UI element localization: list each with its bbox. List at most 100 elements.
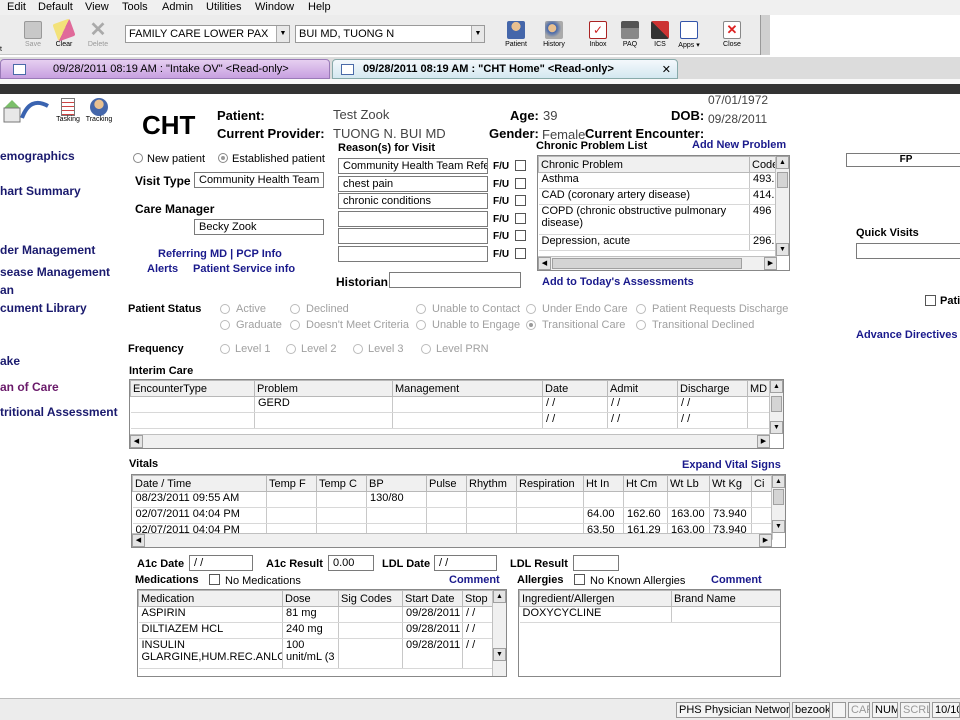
table-row[interactable]: DILTIAZEM HCL 240 mg 09/28/2011 / / — [138, 622, 495, 639]
apps-button[interactable]: Apps ▾ — [672, 20, 706, 56]
patient-button[interactable]: Patient — [500, 20, 532, 56]
horizontal-scrollbar[interactable]: ◀ ▶ — [132, 533, 772, 547]
a1c-result-field[interactable]: 0.00 — [328, 555, 374, 571]
ldl-date-field[interactable]: / / — [434, 555, 497, 571]
alerts-link[interactable]: Alerts — [147, 263, 178, 275]
reason-field[interactable]: Community Health Team Refe — [338, 158, 488, 174]
visit-type-field[interactable]: Community Health Team — [194, 172, 324, 188]
reason-field[interactable]: chronic conditions — [338, 193, 488, 210]
clear-button[interactable]: Clear — [48, 18, 80, 56]
scroll-thumb[interactable] — [771, 396, 782, 412]
column-header[interactable]: Ht In — [583, 475, 624, 492]
history-button[interactable]: History — [538, 20, 570, 56]
scroll-right-icon[interactable]: ▶ — [759, 534, 772, 547]
print-button-partial[interactable]: t — [0, 46, 2, 53]
column-header[interactable]: Temp C — [316, 475, 367, 492]
tab-cht-home[interactable]: 09/28/2011 08:19 AM : "CHT Home" <Read-o… — [332, 59, 678, 79]
column-header[interactable]: Brand Name — [671, 590, 780, 607]
patient-status-radio[interactable] — [416, 304, 426, 314]
tracking-button[interactable]: Tracking — [84, 98, 114, 128]
patient-status-radio[interactable] — [416, 320, 426, 330]
column-header[interactable]: Date — [542, 380, 608, 397]
sidebar-item-chart-summary[interactable]: hart Summary — [0, 184, 81, 198]
column-header[interactable]: Management — [392, 380, 543, 397]
table-row[interactable]: GERD / / / / / / — [130, 396, 771, 413]
sidebar-item-document-library[interactable]: cument Library — [0, 301, 87, 315]
sidebar-item-plan[interactable]: an — [0, 283, 14, 297]
no-medications-checkbox[interactable] — [209, 574, 220, 585]
column-header[interactable]: Temp F — [266, 475, 317, 492]
reason-field[interactable] — [338, 246, 488, 262]
dropdown-arrow-icon[interactable]: ▼ — [276, 26, 289, 42]
column-header[interactable]: Date / Time — [132, 475, 267, 492]
scroll-up-icon[interactable]: ▲ — [772, 475, 785, 488]
frequency-radio[interactable] — [286, 344, 296, 354]
menu-edit[interactable]: Edit — [7, 1, 26, 13]
column-header[interactable]: Problem — [254, 380, 393, 397]
menu-view[interactable]: View — [85, 1, 109, 13]
scroll-left-icon[interactable]: ◀ — [538, 257, 551, 270]
established-patient-radio[interactable] — [218, 153, 228, 163]
pati-checkbox[interactable] — [925, 295, 936, 306]
reason-field[interactable] — [338, 228, 488, 245]
fu-checkbox[interactable] — [515, 195, 526, 207]
column-header[interactable]: Wt Lb — [667, 475, 710, 492]
scroll-thumb[interactable] — [777, 172, 788, 188]
table-row[interactable]: INSULIN GLARGINE,HUM.REC.ANLOG 100 unit/m… — [138, 638, 495, 669]
close-button[interactable]: ✕ Close — [716, 20, 748, 56]
fu-checkbox[interactable] — [515, 160, 526, 171]
toolbar-grip[interactable] — [760, 15, 770, 55]
sidebar-item-intake[interactable]: ake — [0, 354, 20, 368]
historian-field[interactable] — [389, 272, 521, 288]
column-header[interactable]: EncounterType — [130, 380, 255, 397]
phone-icon[interactable] — [0, 96, 54, 128]
add-new-problem-link[interactable]: Add New Problem — [692, 139, 786, 151]
sidebar-item-provider-management[interactable]: der Management — [0, 243, 95, 257]
new-patient-radio[interactable] — [133, 153, 143, 163]
paq-button[interactable]: PAQ — [614, 20, 646, 56]
sidebar-item-nutritional-assessment[interactable]: tritional Assessment — [0, 405, 118, 419]
fu-checkbox[interactable] — [515, 230, 526, 242]
a1c-date-field[interactable]: / / — [189, 555, 253, 571]
scroll-right-icon[interactable]: ▶ — [757, 435, 770, 448]
table-row[interactable]: DOXYCYCLINE — [519, 606, 780, 623]
fu-checkbox[interactable] — [515, 212, 526, 224]
vertical-scrollbar[interactable]: ▲ ▼ — [492, 590, 506, 676]
patient-status-radio[interactable] — [290, 304, 300, 314]
column-header[interactable]: Chronic Problem — [538, 156, 750, 173]
menu-utilities[interactable]: Utilities — [206, 1, 241, 13]
scroll-left-icon[interactable]: ◀ — [132, 534, 145, 547]
quick-visits-field[interactable] — [856, 243, 960, 259]
column-header[interactable]: Code — [749, 156, 778, 173]
patient-status-radio[interactable] — [526, 304, 536, 314]
tab-intake-ov[interactable]: 09/28/2011 08:19 AM : "Intake OV" <Read-… — [0, 59, 330, 79]
frequency-radio[interactable] — [220, 344, 230, 354]
column-header[interactable]: BP — [366, 475, 427, 492]
location-select[interactable]: FAMILY CARE LOWER PAX ▼ — [125, 25, 290, 43]
fu-checkbox[interactable] — [515, 177, 526, 189]
scroll-up-icon[interactable]: ▲ — [493, 590, 506, 603]
menu-tools[interactable]: Tools — [122, 1, 148, 13]
sidebar-item-demographics[interactable]: emographics — [0, 149, 75, 163]
frequency-radio[interactable] — [353, 344, 363, 354]
medications-comment-link[interactable]: Comment — [449, 574, 500, 586]
scroll-left-icon[interactable]: ◀ — [130, 435, 143, 448]
patient-status-radio[interactable] — [526, 320, 536, 330]
advance-directives-link[interactable]: Advance Directives — [856, 329, 958, 341]
fp-field[interactable]: FP — [846, 153, 960, 167]
referring-md-link[interactable]: Referring MD | PCP Info — [158, 248, 282, 260]
horizontal-scrollbar[interactable]: ◀ ▶ — [538, 256, 777, 270]
patient-service-link[interactable]: Patient Service info — [193, 263, 295, 275]
menu-default[interactable]: Default — [38, 1, 73, 13]
menu-admin[interactable]: Admin — [162, 1, 193, 13]
care-manager-field[interactable]: Becky Zook — [194, 219, 324, 235]
table-row[interactable]: Depression, acute 296. — [538, 234, 778, 251]
table-row[interactable]: CAD (coronary artery disease) 414. — [538, 188, 778, 205]
table-row[interactable]: 08/23/2011 09:55 AM 130/80 — [132, 491, 773, 508]
scroll-down-icon[interactable]: ▼ — [493, 648, 506, 661]
patient-status-radio[interactable] — [636, 304, 646, 314]
scroll-thumb[interactable] — [773, 489, 784, 505]
table-row[interactable]: Asthma 493. — [538, 172, 778, 189]
scroll-up-icon[interactable]: ▲ — [770, 380, 783, 393]
patient-status-radio[interactable] — [290, 320, 300, 330]
